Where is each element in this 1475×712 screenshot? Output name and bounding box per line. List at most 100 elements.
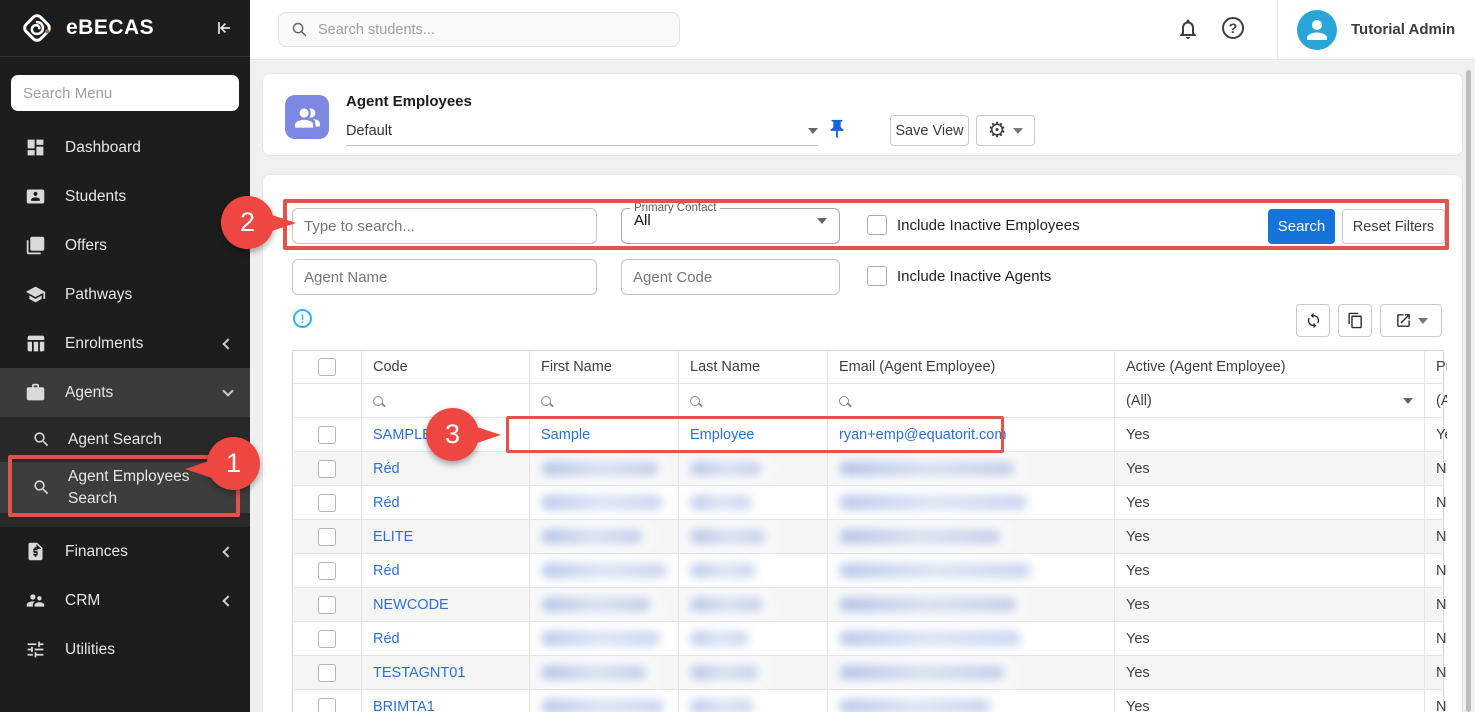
sidebar-item-students[interactable]: Students bbox=[0, 172, 250, 221]
active-cell: Yes bbox=[1115, 418, 1425, 451]
info-icon[interactable]: ! bbox=[293, 309, 312, 328]
row-checkbox[interactable] bbox=[318, 528, 336, 546]
search-icon bbox=[32, 478, 51, 497]
sidebar-item-pathways[interactable]: Pathways bbox=[0, 270, 250, 319]
sidebar: eBECAS Dashboard Students Offers PathwaysEn… bbox=[0, 0, 250, 712]
column-header-active-agent-employee-[interactable]: Active (Agent Employee) bbox=[1115, 351, 1425, 383]
active-cell: Yes bbox=[1115, 554, 1425, 587]
agent-code-link[interactable]: Réd bbox=[373, 631, 400, 647]
active-filter-select[interactable]: (All) bbox=[1115, 384, 1425, 417]
primary-contact-select[interactable]: Primary Contact All bbox=[621, 202, 840, 244]
redacted-first-blur bbox=[541, 529, 643, 544]
collapse-sidebar-icon[interactable] bbox=[214, 18, 234, 38]
view-settings-button[interactable]: ⚙ bbox=[976, 115, 1035, 146]
refresh-icon bbox=[1305, 312, 1322, 329]
agent-code-link[interactable]: Réd bbox=[373, 563, 400, 579]
include-inactive-agents-label: Include Inactive Agents bbox=[897, 268, 1051, 285]
type-to-search-input[interactable] bbox=[292, 208, 597, 244]
export-icon bbox=[1395, 312, 1412, 329]
redacted-email-blur bbox=[839, 631, 1021, 646]
row-checkbox[interactable] bbox=[318, 698, 336, 712]
save-view-button[interactable]: Save View bbox=[890, 115, 969, 146]
email-link[interactable]: ryan+emp@equatorit.com bbox=[839, 427, 1006, 443]
sidebar-item-crm[interactable]: CRM bbox=[0, 576, 250, 625]
vertical-scrollbar[interactable] bbox=[1466, 70, 1471, 712]
column-header-pr[interactable]: Pr bbox=[1425, 351, 1447, 383]
row-checkbox[interactable] bbox=[318, 562, 336, 580]
redacted-last-blur bbox=[690, 631, 749, 646]
column-filter-input[interactable] bbox=[530, 384, 679, 417]
export-button[interactable] bbox=[1380, 304, 1442, 337]
offers-icon bbox=[25, 235, 46, 256]
first-name-link[interactable]: Sample bbox=[541, 427, 590, 443]
sidebar-item-dashboard[interactable]: Dashboard bbox=[0, 123, 250, 172]
include-inactive-agents-checkbox[interactable] bbox=[867, 266, 887, 286]
refresh-button[interactable] bbox=[1296, 304, 1330, 337]
gear-icon: ⚙ bbox=[988, 120, 1007, 141]
row-checkbox[interactable] bbox=[318, 630, 336, 648]
help-icon[interactable]: ? bbox=[1222, 17, 1244, 39]
column-filter-input[interactable] bbox=[679, 384, 828, 417]
row-checkbox[interactable] bbox=[318, 596, 336, 614]
copy-button[interactable] bbox=[1338, 304, 1372, 337]
pin-view-icon[interactable] bbox=[826, 118, 848, 140]
row-checkbox[interactable] bbox=[318, 460, 336, 478]
primary-cell: N bbox=[1425, 656, 1447, 689]
agent-code-link[interactable]: Réd bbox=[373, 461, 400, 477]
primary-filter-select[interactable]: (A bbox=[1425, 384, 1447, 417]
sidebar-item-enrolments[interactable]: Enrolments bbox=[0, 319, 250, 368]
active-cell: Yes bbox=[1115, 452, 1425, 485]
redacted-email-blur bbox=[839, 495, 1027, 510]
search-icon bbox=[690, 396, 700, 406]
chevron-down-icon bbox=[1013, 128, 1023, 134]
search-button[interactable]: Search bbox=[1268, 209, 1335, 244]
column-header-email-agent-employee-[interactable]: Email (Agent Employee) bbox=[828, 351, 1115, 383]
reset-filters-button[interactable]: Reset Filters bbox=[1342, 209, 1445, 244]
chevron-left-icon bbox=[222, 338, 233, 349]
row-checkbox[interactable] bbox=[318, 426, 336, 444]
notifications-bell-icon[interactable] bbox=[1176, 17, 1200, 41]
finances-icon bbox=[25, 541, 46, 562]
sidebar-item-utilities[interactable]: Utilities bbox=[0, 625, 250, 674]
column-header-last-name[interactable]: Last Name bbox=[679, 351, 828, 383]
select-all-checkbox[interactable] bbox=[318, 358, 336, 376]
chevron-left-icon bbox=[222, 546, 233, 557]
user-name[interactable]: Tutorial Admin bbox=[1351, 21, 1455, 38]
sidebar-item-agents[interactable]: Agents bbox=[0, 368, 250, 417]
agent-name-input[interactable] bbox=[292, 259, 597, 295]
agent-code-input[interactable] bbox=[621, 259, 840, 295]
sidebar-header: eBECAS bbox=[0, 0, 250, 57]
search-icon bbox=[291, 21, 308, 38]
primary-cell: N bbox=[1425, 690, 1447, 712]
agent-code-link[interactable]: TESTAGNT01 bbox=[373, 665, 465, 681]
sidebar-item-label: Students bbox=[65, 187, 232, 206]
sidebar-item-label: Offers bbox=[65, 236, 232, 255]
redacted-email-blur bbox=[839, 563, 1031, 578]
student-search-input[interactable] bbox=[318, 22, 667, 38]
chevron-down-icon bbox=[817, 218, 827, 224]
active-cell: Yes bbox=[1115, 588, 1425, 621]
column-header-code[interactable]: Code bbox=[362, 351, 530, 383]
agent-code-link[interactable]: NEWCODE bbox=[373, 597, 449, 613]
agent-code-link[interactable]: Réd bbox=[373, 495, 400, 511]
agent-code-link[interactable]: ELITE bbox=[373, 529, 413, 545]
view-select[interactable]: Default bbox=[346, 116, 818, 146]
column-filter-input[interactable] bbox=[828, 384, 1115, 417]
active-cell: Yes bbox=[1115, 520, 1425, 553]
include-inactive-employees-checkbox[interactable] bbox=[867, 215, 887, 235]
sidebar-item-finances[interactable]: Finances bbox=[0, 527, 250, 576]
students-icon bbox=[25, 186, 46, 207]
row-checkbox[interactable] bbox=[318, 664, 336, 682]
table-row: ELITEYesN bbox=[293, 520, 1443, 554]
agent-code-link[interactable]: BRIMTA1 bbox=[373, 699, 435, 712]
row-checkbox[interactable] bbox=[318, 494, 336, 512]
last-name-link[interactable]: Employee bbox=[690, 427, 754, 443]
redacted-email-blur bbox=[839, 597, 1017, 612]
search-icon bbox=[373, 396, 383, 406]
sidebar-item-offers[interactable]: Offers bbox=[0, 221, 250, 270]
entity-header-card: Agent Employees Default Save View ⚙ bbox=[262, 73, 1463, 156]
column-header-first-name[interactable]: First Name bbox=[530, 351, 679, 383]
sidebar-search-input[interactable] bbox=[11, 75, 239, 111]
step-badge-3: 3 bbox=[426, 408, 479, 461]
avatar[interactable] bbox=[1297, 10, 1337, 50]
